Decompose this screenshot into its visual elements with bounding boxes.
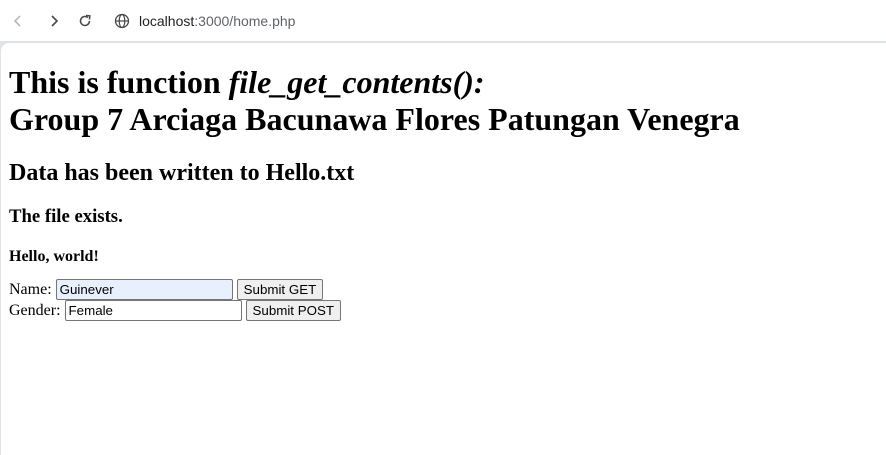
address-bar[interactable]: localhost:3000/home.php (139, 13, 295, 29)
arrow-right-icon (51, 14, 59, 27)
gender-input[interactable] (64, 300, 242, 321)
exists-status: The file exists. (9, 206, 123, 227)
title-function-name: file_get_contents(): (228, 64, 485, 100)
gender-label: Gender: (9, 301, 61, 319)
page-content: This is function file_get_contents(): Gr… (1, 43, 886, 455)
gender-row: Gender: Submit POST (9, 300, 878, 321)
arrow-left-icon (13, 14, 21, 27)
reload-icon (79, 14, 91, 26)
write-status: Data has been written to Hello.txt (9, 160, 355, 186)
reload-button[interactable] (69, 5, 101, 37)
submit-post-button[interactable]: Submit POST (245, 300, 342, 321)
name-input[interactable] (55, 279, 233, 300)
group-members: Group 7 Arciaga Bacunawa Flores Patungan… (9, 101, 740, 137)
get-form: Name: Submit GET (9, 279, 878, 300)
globe-icon (114, 13, 130, 28)
title-prefix: This is function (9, 64, 229, 100)
forward-button[interactable] (38, 5, 70, 37)
back-button[interactable] (2, 5, 34, 37)
url-path: :3000/home.php (194, 12, 296, 29)
url-host: localhost (139, 12, 195, 29)
post-form: Gender: Submit POST (9, 300, 878, 321)
name-label: Name: (9, 280, 52, 298)
file-content: Hello, world! (9, 248, 99, 265)
site-info-button[interactable] (113, 12, 131, 30)
browser-toolbar: localhost:3000/home.php (0, 0, 886, 41)
name-row: Name: Submit GET (9, 279, 878, 300)
submit-get-button[interactable]: Submit GET (236, 279, 324, 300)
page-title: This is function file_get_contents(): Gr… (9, 64, 878, 138)
